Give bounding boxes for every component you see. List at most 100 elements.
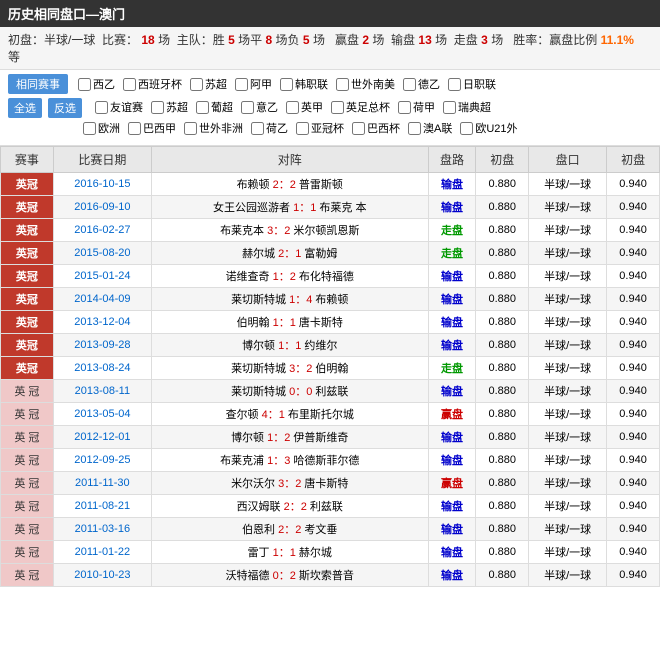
score: 3：2 (286, 363, 315, 375)
pan-cell: 0.880 (476, 288, 529, 311)
table-row: 英冠2016-02-27布莱克本 3：2 米尔顿凯恩斯走盘0.880半球/一球0… (1, 219, 660, 242)
filter-checkbox-苏超[interactable]: 苏超 (151, 99, 188, 115)
match-cell: 女王公园巡游者 1：1 布莱克 本 (151, 196, 428, 219)
filter-checkbox-苏超[interactable]: 苏超 (190, 76, 227, 92)
away-team: 哈德斯菲尔德 (293, 455, 359, 467)
filter-checkbox-瑞典超[interactable]: 瑞典超 (443, 99, 491, 115)
score: 4：1 (259, 409, 288, 421)
status-cell: 输盘 (428, 564, 476, 587)
init-cell: 0.940 (607, 173, 660, 196)
home-team: 赫尔城 (242, 248, 275, 260)
pan-cell: 0.880 (476, 357, 529, 380)
filter-checkbox-英甲[interactable]: 英甲 (286, 99, 323, 115)
init-cell: 0.940 (607, 564, 660, 587)
filter-checkbox-荷甲[interactable]: 荷甲 (398, 99, 435, 115)
date-cell: 2010-10-23 (53, 564, 151, 587)
init-cell: 0.940 (607, 495, 660, 518)
handicap-cell: 半球/一球 (529, 564, 607, 587)
table-row: 英冠2013-09-28博尔顿 1：1 约维尔输盘0.880半球/一球0.940 (1, 334, 660, 357)
init-cell: 0.940 (607, 518, 660, 541)
match-cell: 赫尔城 2：1 富勒姆 (151, 242, 428, 265)
date-cell: 2013-05-04 (53, 403, 151, 426)
pan-cell: 0.880 (476, 311, 529, 334)
pan-cell: 0.880 (476, 403, 529, 426)
init-cell: 0.940 (607, 242, 660, 265)
filter-checkbox-葡超[interactable]: 葡超 (196, 99, 233, 115)
filter-checkbox-荷乙[interactable]: 荷乙 (251, 120, 288, 136)
filter-checkbox-友谊赛[interactable]: 友谊赛 (95, 99, 143, 115)
away-team: 考文垂 (304, 524, 337, 536)
table-row: 英冠2016-09-10女王公园巡游者 1：1 布莱克 本输盘0.880半球/一… (1, 196, 660, 219)
date-cell: 2012-09-25 (53, 449, 151, 472)
league-cell: 英冠 (1, 288, 54, 311)
match-cell: 莱切斯特城 1：4 布赖顿 (151, 288, 428, 311)
handicap-cell: 半球/一球 (529, 380, 607, 403)
score: 2：2 (281, 501, 310, 513)
pan-cell: 0.880 (476, 334, 529, 357)
date-cell: 2016-02-27 (53, 219, 151, 242)
filter-checkbox-巴西甲[interactable]: 巴西甲 (128, 120, 176, 136)
filter-checkbox-巴西杯[interactable]: 巴西杯 (352, 120, 400, 136)
match-cell: 沃特福德 0：2 斯坎索普音 (151, 564, 428, 587)
filter-checkbox-阿甲[interactable]: 阿甲 (235, 76, 272, 92)
date-cell: 2013-12-04 (53, 311, 151, 334)
init-cell: 0.940 (607, 472, 660, 495)
filter-checkbox-西乙[interactable]: 西乙 (78, 76, 115, 92)
deselect-button[interactable]: 反选 (48, 98, 82, 118)
filter-checkbox-意乙[interactable]: 意乙 (241, 99, 278, 115)
date-cell: 2012-12-01 (53, 426, 151, 449)
date-cell: 2013-09-28 (53, 334, 151, 357)
filter-checkbox-亚冠杯[interactable]: 亚冠杯 (296, 120, 344, 136)
handicap-cell: 半球/一球 (529, 357, 607, 380)
handicap-cell: 半球/一球 (529, 472, 607, 495)
home-team: 博尔顿 (231, 432, 264, 444)
filter-checkbox-澳A联[interactable]: 澳A联 (408, 120, 452, 136)
home-team: 诺维查奇 (226, 271, 270, 283)
status-cell: 输盘 (428, 311, 476, 334)
init-cell: 0.940 (607, 403, 660, 426)
home-team: 女王公园巡游者 (213, 202, 290, 214)
filter-checkbox-日职联[interactable]: 日职联 (448, 76, 496, 92)
table-row: 英 冠2011-11-30米尔沃尔 3：2 唐卡斯特赢盘0.880半球/一球0.… (1, 472, 660, 495)
score: 2：2 (270, 179, 299, 191)
table-row: 英冠2014-04-09莱切斯特城 1：4 布赖顿输盘0.880半球/一球0.9… (1, 288, 660, 311)
date-cell: 2011-03-16 (53, 518, 151, 541)
status-cell: 输盘 (428, 426, 476, 449)
match-cell: 查尔顿 4：1 布里斯托尔城 (151, 403, 428, 426)
league-cell: 英冠 (1, 265, 54, 288)
filter-checkbox-世外非洲[interactable]: 世外非洲 (184, 120, 243, 136)
pan-cell: 0.880 (476, 449, 529, 472)
filter-checkbox-西班牙杯[interactable]: 西班牙杯 (123, 76, 182, 92)
match-cell: 诺维查奇 1：2 布化特福德 (151, 265, 428, 288)
handicap-cell: 半球/一球 (529, 196, 607, 219)
filter-checkbox-欧洲[interactable]: 欧洲 (83, 120, 120, 136)
pan-cell: 0.880 (476, 495, 529, 518)
select-all-button[interactable]: 全选 (8, 98, 42, 118)
col-league: 赛事 (1, 147, 54, 173)
status-cell: 输盘 (428, 288, 476, 311)
filter-checkbox-英足总杯[interactable]: 英足总杯 (331, 99, 390, 115)
league-cell: 英冠 (1, 219, 54, 242)
handicap-cell: 半球/一球 (529, 173, 607, 196)
table-row: 英 冠2010-10-23沃特福德 0：2 斯坎索普音输盘0.880半球/一球0… (1, 564, 660, 587)
init-cell: 0.940 (607, 334, 660, 357)
date-cell: 2011-01-22 (53, 541, 151, 564)
filter-checkbox-德乙[interactable]: 德乙 (403, 76, 440, 92)
table-row: 英冠2015-01-24诺维查奇 1：2 布化特福德输盘0.880半球/一球0.… (1, 265, 660, 288)
filter-checkbox-欧U21外[interactable]: 欧U21外 (460, 120, 517, 136)
score: 1：1 (290, 202, 319, 214)
same-match-button[interactable]: 相同赛事 (8, 74, 68, 94)
score: 0：2 (270, 570, 299, 582)
away-team: 布化特福德 (299, 271, 354, 283)
filter-checkbox-世外南美[interactable]: 世外南美 (336, 76, 395, 92)
table-row: 英冠2015-08-20赫尔城 2：1 富勒姆走盘0.880半球/一球0.940 (1, 242, 660, 265)
match-cell: 西汉姆联 2：2 利兹联 (151, 495, 428, 518)
filter-checkbox-韩职联[interactable]: 韩职联 (280, 76, 328, 92)
matches-table: 赛事 比赛日期 对阵 盘路 初盘 盘口 初盘 英冠2016-10-15布赖顿 2… (0, 146, 660, 587)
match-cell: 莱切斯特城 3：2 伯明翰 (151, 357, 428, 380)
status-cell: 走盘 (428, 357, 476, 380)
handicap-cell: 半球/一球 (529, 311, 607, 334)
match-cell: 伯恩利 2：2 考文垂 (151, 518, 428, 541)
home-team: 布莱克本 (220, 225, 264, 237)
score: 1：1 (270, 317, 299, 329)
